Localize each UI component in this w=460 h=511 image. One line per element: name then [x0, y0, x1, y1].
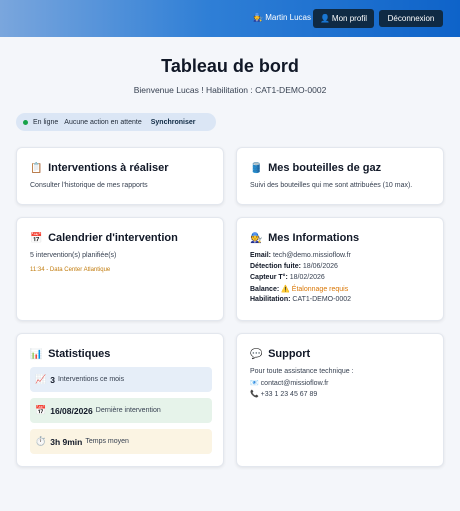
technician-icon: 🧑‍🔧: [253, 13, 263, 22]
user-icon: 👤: [319, 14, 330, 23]
welcome-text: Bienvenue Lucas ! Habilitation : CAT1-DE…: [133, 85, 327, 95]
gas-bottle-icon: 🛢️: [250, 163, 263, 174]
user-name: Martin Lucas: [265, 13, 311, 22]
online-status: En ligne: [33, 118, 59, 126]
card-title: 💬 Support: [250, 348, 311, 360]
card-title: 🛢️ Mes bouteilles de gaz: [250, 162, 382, 174]
card-title: 📋 Interventions à réaliser: [30, 162, 169, 174]
page-title: Tableau de bord: [161, 56, 299, 76]
interventions-card[interactable]: 📋 Interventions à réaliser Consulter l'h…: [16, 147, 224, 205]
email-icon: 📧: [250, 380, 259, 387]
calendar-card[interactable]: 📅 Calendrier d'intervention 5 interventi…: [16, 217, 224, 321]
logout-button[interactable]: Déconnexion: [379, 10, 443, 27]
calendar-icon: 📅: [30, 233, 43, 244]
support-intro: Pour toute assistance technique :: [250, 368, 354, 375]
my-info-card: 🧑‍🔧 Mes Informations Email: tech@demo.mi…: [236, 217, 444, 321]
calendar-icon: 📅: [35, 405, 47, 415]
info-leak-detection: Détection fuite: 18/06/2026: [250, 263, 338, 270]
clipboard-icon: 📋: [30, 163, 43, 174]
support-card: 💬 Support Pour toute assistance techniqu…: [236, 333, 444, 467]
online-dot-icon: [23, 119, 28, 125]
stopwatch-icon: ⏱️: [35, 436, 47, 446]
support-phone[interactable]: 📞 +33 1 23 45 67 89: [250, 390, 317, 398]
calibration-warning: ⚠️ Étalonnage requis: [281, 286, 349, 293]
profile-button-label: Mon profil: [331, 14, 368, 23]
stat-monthly-interventions: 📈 3 Interventions ce mois: [30, 367, 212, 392]
gas-bottles-card[interactable]: 🛢️ Mes bouteilles de gaz Suivi des boute…: [236, 147, 444, 205]
card-title: 🧑‍🔧 Mes Informations: [250, 232, 360, 244]
phone-icon: 📞: [250, 391, 259, 398]
info-habilitation: Habilitation: CAT1-DEMO-0002: [250, 296, 352, 303]
info-email: Email: tech@demo.missioflow.fr: [250, 252, 351, 259]
profile-button[interactable]: 👤 Mon profil: [313, 9, 374, 28]
card-subtitle: Consulter l'historique de mes rapports: [30, 182, 148, 189]
synchronize-button[interactable]: Synchroniser: [151, 119, 196, 126]
card-subtitle: Suivi des bouteilles qui me sont attribu…: [250, 182, 413, 189]
bar-chart-icon: 📊: [30, 349, 43, 360]
sync-status-bar: En ligne Aucune action en attente Synchr…: [16, 113, 216, 131]
info-scale: Balance: ⚠️ Étalonnage requis: [250, 286, 349, 293]
technician-icon: 🧑‍🔧: [250, 233, 263, 244]
card-title: 📊 Statistiques: [30, 348, 111, 360]
speech-bubble-icon: 💬: [250, 349, 263, 360]
statistics-card: 📊 Statistiques 📈 3 Interventions ce mois…: [16, 333, 224, 467]
pending-actions-status: Aucune action en attente: [64, 118, 142, 126]
trend-up-icon: 📈: [35, 374, 47, 384]
info-temperature-sensor: Capteur T°: 18/02/2026: [250, 274, 325, 281]
stat-average-time: ⏱️ 3h 9min Temps moyen: [30, 429, 212, 454]
calendar-event[interactable]: 11:34 - Data Center Atlantique: [30, 267, 110, 273]
support-email[interactable]: 📧 contact@missioflow.fr: [250, 379, 328, 387]
card-title: 📅 Calendrier d'intervention: [30, 232, 178, 244]
stat-last-intervention: 📅 16/08/2026 Dernière intervention: [30, 398, 212, 423]
planned-count: 5 intervention(s) planifiée(s): [30, 252, 117, 259]
user-name-label: 🧑‍🔧 Martin Lucas: [253, 13, 311, 22]
logout-button-label: Déconnexion: [387, 14, 435, 23]
